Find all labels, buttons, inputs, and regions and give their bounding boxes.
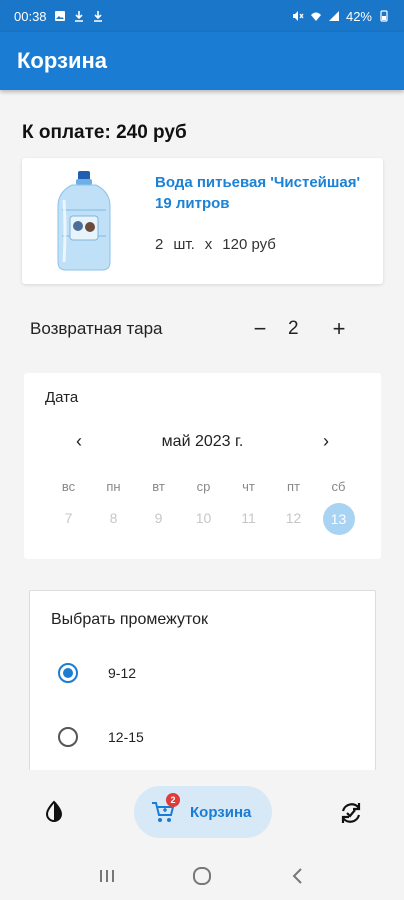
product-unit: шт. xyxy=(173,236,195,253)
cart-icon: 2 xyxy=(150,793,180,825)
calendar-day[interactable]: 12 xyxy=(271,503,316,533)
radio-checked-icon[interactable] xyxy=(58,663,78,683)
weekday-label: пт xyxy=(287,479,300,494)
weekday-label: вт xyxy=(152,479,165,494)
interval-option-9-12[interactable]: 9-12 xyxy=(58,663,136,683)
selected-day-label: 13 xyxy=(322,503,355,535)
increase-tara-button[interactable]: + xyxy=(327,316,351,342)
back-icon[interactable] xyxy=(282,864,312,888)
interval-card: Выбрать промежуток 9-12 12-15 xyxy=(29,590,376,770)
recent-apps-icon[interactable] xyxy=(92,864,122,888)
times-sign: x xyxy=(204,236,213,253)
product-qty: 2 xyxy=(155,236,164,253)
weekday-label: сб xyxy=(331,479,346,494)
cart-content[interactable]: К оплате: 240 руб Вода питьевая 'Чистейш… xyxy=(0,90,404,770)
product-unit-price: 120 руб xyxy=(222,236,276,253)
home-icon[interactable] xyxy=(187,864,217,888)
product-name[interactable]: Вода питьевая 'Чистейшая' 19 литров xyxy=(155,172,370,214)
date-picker-card: Дата май 2023 г. ‹ › вс пн вт ср чт пт с… xyxy=(24,373,381,559)
previous-month-button[interactable]: ‹ xyxy=(69,431,89,452)
theme-contrast-icon[interactable] xyxy=(42,800,66,824)
calendar-day[interactable]: 10 xyxy=(181,503,226,533)
mute-icon xyxy=(292,11,304,21)
system-navigation-bar xyxy=(0,852,404,900)
weekday-label: вс xyxy=(61,479,76,494)
battery-percent: 42% xyxy=(345,8,372,24)
return-tara-row: Возвратная тара − 2 + xyxy=(30,314,350,344)
weekday-row: вс пн вт ср чт пт сб xyxy=(46,479,361,494)
download-icon xyxy=(93,11,102,22)
cart-count-badge: 2 xyxy=(166,793,180,807)
interval-option-label: 12-15 xyxy=(108,729,144,745)
interval-option-12-15[interactable]: 12-15 xyxy=(58,727,144,747)
weekday-label: пн xyxy=(106,479,121,494)
total-amount: К оплате: 240 руб xyxy=(22,122,187,143)
status-time: 00:38 xyxy=(14,8,47,24)
water-bottle-image xyxy=(57,171,111,271)
next-month-button[interactable]: › xyxy=(316,431,336,452)
nav-cart-button[interactable]: 2 Корзина xyxy=(134,786,272,838)
download-icon xyxy=(74,11,83,22)
gallery-icon xyxy=(54,11,65,21)
calendar-day[interactable]: 11 xyxy=(226,503,271,533)
return-tara-label: Возвратная тара xyxy=(30,319,163,338)
sync-orders-icon[interactable] xyxy=(337,799,365,827)
day-row: 7 8 9 10 11 12 13 xyxy=(46,503,361,535)
radio-unchecked-icon[interactable] xyxy=(58,727,78,747)
signal-icon xyxy=(328,11,339,21)
app-bar: Корзина xyxy=(0,32,404,90)
decrease-tara-button[interactable]: − xyxy=(248,316,272,342)
interval-title: Выбрать промежуток xyxy=(51,611,208,628)
battery-icon xyxy=(380,10,388,22)
calendar-day[interactable]: 8 xyxy=(91,503,136,533)
page-title: Корзина xyxy=(17,48,107,73)
status-bar: 00:38 42% xyxy=(0,0,404,32)
weekday-label: чт xyxy=(242,479,255,494)
bottom-navigation: 2 Корзина xyxy=(0,770,404,852)
tara-quantity: 2 xyxy=(288,318,299,339)
nav-cart-label: Корзина xyxy=(190,803,252,821)
calendar-day[interactable]: 9 xyxy=(136,503,181,533)
product-price-line: 2 шт. x 120 руб xyxy=(155,236,276,253)
calendar-day[interactable]: 7 xyxy=(46,503,91,533)
calendar-day-selected[interactable]: 13 xyxy=(316,503,361,535)
date-label: Дата xyxy=(45,389,79,406)
product-card[interactable]: Вода питьевая 'Чистейшая' 19 литров 2 шт… xyxy=(22,158,383,284)
interval-option-label: 9-12 xyxy=(108,665,137,681)
wifi-icon xyxy=(310,12,321,21)
weekday-label: ср xyxy=(196,479,211,494)
